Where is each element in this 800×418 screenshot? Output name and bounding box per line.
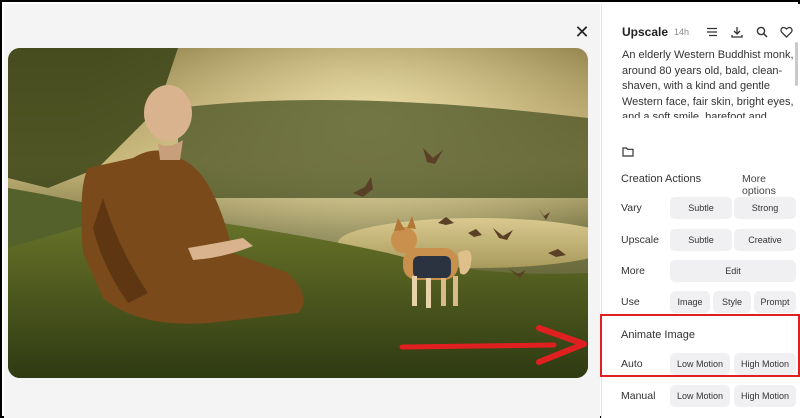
header-toolbar	[705, 22, 800, 42]
folder-icon[interactable]	[622, 144, 634, 157]
options-icon[interactable]	[705, 26, 718, 39]
edit-button[interactable]: Edit	[670, 260, 796, 282]
vary-strong-button[interactable]: Strong	[734, 197, 796, 219]
manual-low-motion-button[interactable]: Low Motion	[670, 385, 730, 407]
manual-row-label: Manual	[621, 390, 656, 402]
annotation-highlight-box	[600, 314, 800, 377]
upscale-subtle-button[interactable]: Subtle	[670, 229, 732, 251]
upscale-creative-button[interactable]: Creative	[734, 229, 796, 251]
manual-high-motion-button[interactable]: High Motion	[734, 385, 796, 407]
vary-row-label: Vary	[621, 202, 642, 214]
upscale-row-label: Upscale	[621, 234, 659, 246]
more-row-label: More	[621, 265, 645, 277]
annotation-arrow	[399, 325, 587, 365]
heart-icon[interactable]	[780, 26, 793, 39]
search-icon[interactable]	[755, 26, 768, 39]
job-time-label: 14h	[674, 27, 690, 37]
prompt-text[interactable]: An elderly Western Buddhist monk, around…	[622, 48, 798, 118]
image-viewer: ✕	[4, 4, 600, 418]
app-window: ✕ Upscale 14h An elderly Western Buddhis…	[0, 0, 800, 418]
use-prompt-button[interactable]: Prompt	[754, 291, 796, 313]
download-icon[interactable]	[730, 26, 743, 39]
use-image-button[interactable]: Image	[670, 291, 710, 313]
use-style-button[interactable]: Style	[713, 291, 751, 313]
creation-actions-title: Creation Actions	[621, 173, 702, 185]
job-header: Upscale 14h	[622, 22, 689, 42]
vary-subtle-button[interactable]: Subtle	[670, 197, 732, 219]
close-icon[interactable]: ✕	[572, 22, 592, 42]
more-options-link[interactable]: More options	[742, 173, 800, 197]
use-row-label: Use	[621, 296, 640, 308]
job-type-label: Upscale	[622, 25, 669, 39]
